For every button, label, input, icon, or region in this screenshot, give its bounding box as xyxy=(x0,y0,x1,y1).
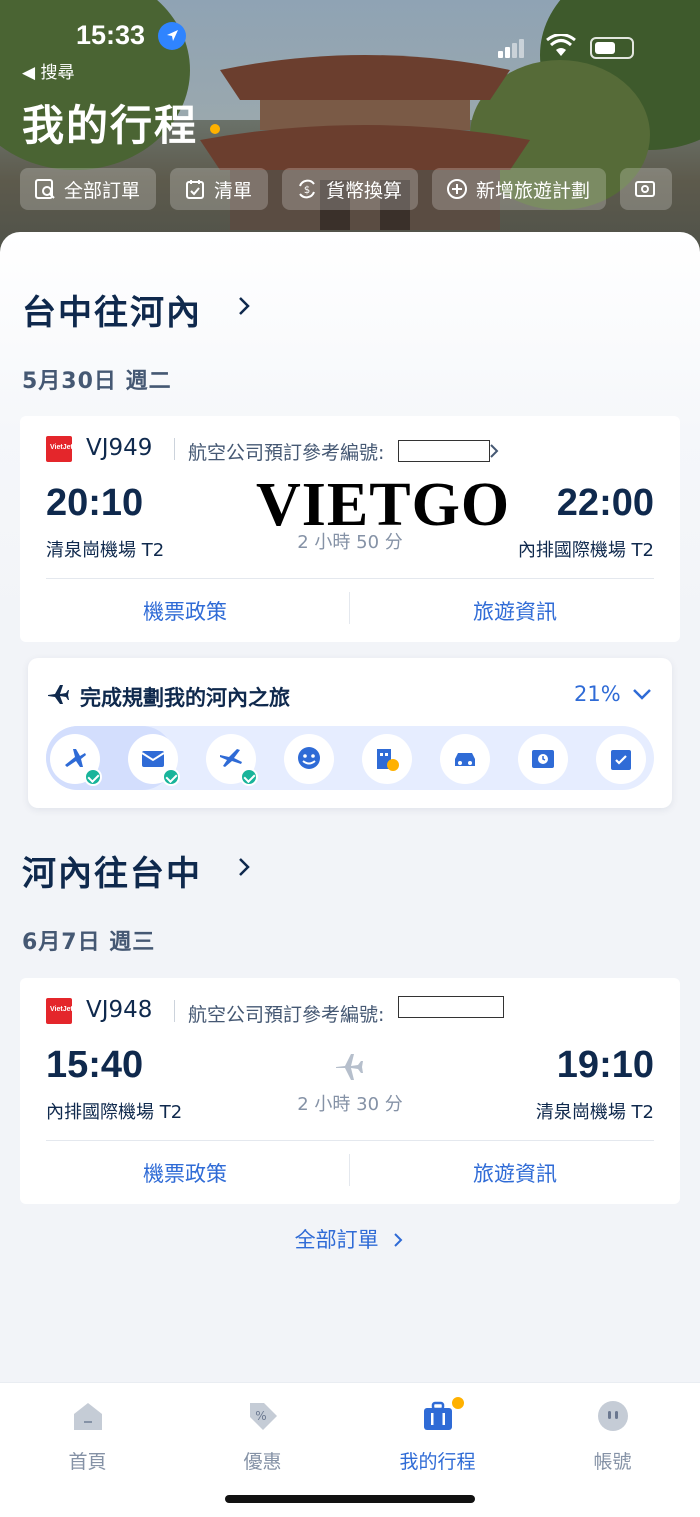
flight-icon xyxy=(65,749,86,767)
page-title: 我的行程 xyxy=(22,101,199,150)
add-travel-plan-label: 新增旅遊計劃 xyxy=(476,179,591,202)
check-icon xyxy=(162,768,180,786)
currency-exchange-label: 貨幣換算 xyxy=(326,179,403,202)
planning-title: 完成規劃我的河內之旅 xyxy=(80,686,290,710)
chevron-right-icon[interactable] xyxy=(234,296,254,316)
all-orders-link[interactable]: 全部訂單 xyxy=(0,1224,700,1254)
travel-info-link[interactable]: 旅遊資訊 xyxy=(350,596,680,626)
flight-depart-icon xyxy=(220,749,242,767)
step-ticket-clock[interactable] xyxy=(518,734,568,784)
departure-time: 20:10 xyxy=(46,482,144,524)
tab-account[interactable]: 帳號 xyxy=(525,1395,700,1475)
tab-discounts-label: 優惠 xyxy=(243,1451,282,1473)
svg-text:%: % xyxy=(255,1409,266,1423)
ticket-policy-link[interactable]: 機票政策 xyxy=(20,1158,350,1188)
departure-time: 15:40 xyxy=(46,1044,144,1086)
divider xyxy=(174,1000,175,1022)
card-divider xyxy=(46,578,654,579)
currency-exchange-icon: $ xyxy=(299,179,315,199)
checklist-button[interactable]: 清單 xyxy=(170,168,269,210)
arrival-time: 19:10 xyxy=(556,1044,654,1086)
add-travel-plan-button[interactable]: 新增旅遊計劃 xyxy=(432,168,607,210)
vietjet-logo-icon: VietJet xyxy=(46,436,73,462)
tab-home-label: 首頁 xyxy=(68,1451,107,1473)
calendar-check-icon xyxy=(611,750,631,770)
travel-info-link[interactable]: 旅遊資訊 xyxy=(350,1158,680,1188)
arrival-airport: 內排國際機場 T2 xyxy=(517,540,654,561)
trip-2-route-title[interactable]: 河內往台中 xyxy=(22,846,202,895)
booking-ref-label: 航空公司預訂參考編號: xyxy=(188,1004,385,1026)
ticket-clock-icon xyxy=(532,750,554,768)
tab-account-label: 帳號 xyxy=(593,1451,632,1473)
step-flight[interactable] xyxy=(50,734,102,786)
trip-1-date: 5月30日 週二 xyxy=(22,369,172,394)
flight-number: VJ948 xyxy=(86,997,153,1023)
tab-home[interactable]: 首頁 xyxy=(0,1395,175,1475)
trip-1-route-title[interactable]: 台中往河內 xyxy=(22,285,202,334)
step-mail[interactable] xyxy=(128,734,180,786)
add-circle-icon xyxy=(447,179,468,199)
car-icon xyxy=(455,753,475,766)
mail-icon xyxy=(141,751,165,767)
step-face[interactable] xyxy=(284,734,334,784)
chevron-down-icon[interactable] xyxy=(632,686,652,702)
clock-card-icon xyxy=(635,181,656,197)
hotel-icon xyxy=(377,749,399,771)
card-divider xyxy=(46,1140,654,1141)
step-flight-depart[interactable] xyxy=(206,734,258,786)
all-orders-label: 全部訂單 xyxy=(64,179,141,202)
home-icon xyxy=(74,1403,102,1430)
tab-discounts[interactable]: % 優惠 xyxy=(175,1395,350,1475)
location-arrow-icon xyxy=(158,22,186,50)
trip-planning-card[interactable]: 完成規劃我的河內之旅 21% xyxy=(28,658,672,808)
battery-icon xyxy=(590,37,634,59)
step-calendar[interactable] xyxy=(596,734,646,784)
status-time: 15:33 xyxy=(76,20,146,50)
ticket-policy-link[interactable]: 機票政策 xyxy=(20,596,350,626)
arrival-time: 22:00 xyxy=(556,482,654,524)
airplane-icon xyxy=(48,685,69,704)
more-action-button[interactable] xyxy=(620,168,673,210)
all-orders-button[interactable]: 全部訂單 xyxy=(20,168,157,210)
booking-ref-redacted xyxy=(398,440,490,462)
orders-search-icon xyxy=(35,179,55,199)
flight-card-2[interactable]: VietJet VJ948 航空公司預訂參考編號: 15:40 內排國際機場 T… xyxy=(20,978,680,1204)
check-icon xyxy=(84,768,102,786)
face-icon xyxy=(298,747,320,769)
checklist-icon xyxy=(186,180,205,199)
status-bar: 15:33 ◀ 搜尋 xyxy=(0,0,700,83)
back-to-search-link[interactable]: ◀ 搜尋 xyxy=(22,58,74,83)
currency-exchange-button[interactable]: $ 貨幣換算 xyxy=(282,168,419,210)
airplane-icon xyxy=(336,1054,363,1080)
vietjet-logo-icon: VietJet xyxy=(46,998,73,1024)
step-hotel[interactable] xyxy=(362,734,412,784)
tab-my-trips[interactable]: 我的行程 xyxy=(350,1395,525,1475)
flight-number: VJ949 xyxy=(86,435,153,461)
quick-actions-bar: 全部訂單 清單 $ 貨幣換算 新增旅遊計劃 xyxy=(20,168,673,210)
trip-2-date: 6月7日 週三 xyxy=(22,930,156,955)
home-indicator xyxy=(225,1495,475,1503)
tab-my-trips-label: 我的行程 xyxy=(399,1451,476,1473)
title-accent-dot xyxy=(210,124,220,134)
watermark: VIETGO xyxy=(256,471,511,539)
planning-percent: 21% xyxy=(574,682,621,706)
chevron-right-icon xyxy=(394,1233,403,1247)
chevron-right-icon[interactable] xyxy=(234,857,254,877)
account-icon xyxy=(598,1401,628,1431)
all-orders-link-label: 全部訂單 xyxy=(294,1228,379,1252)
chevron-right-icon[interactable] xyxy=(488,442,500,460)
booking-ref-label: 航空公司預訂參考編號: xyxy=(188,442,385,464)
check-icon xyxy=(240,768,258,786)
svg-text:$: $ xyxy=(304,185,310,196)
discount-tag-icon: % xyxy=(250,1403,277,1430)
cellular-signal-icon xyxy=(498,39,524,58)
wifi-icon xyxy=(546,34,576,56)
planning-progress-bar xyxy=(46,726,654,790)
notification-badge xyxy=(450,1395,466,1411)
checklist-label: 清單 xyxy=(214,179,253,202)
booking-ref-redacted xyxy=(398,996,504,1018)
step-car[interactable] xyxy=(440,734,490,784)
divider xyxy=(174,438,175,460)
arrival-airport: 清泉崗機場 T2 xyxy=(535,1102,654,1123)
